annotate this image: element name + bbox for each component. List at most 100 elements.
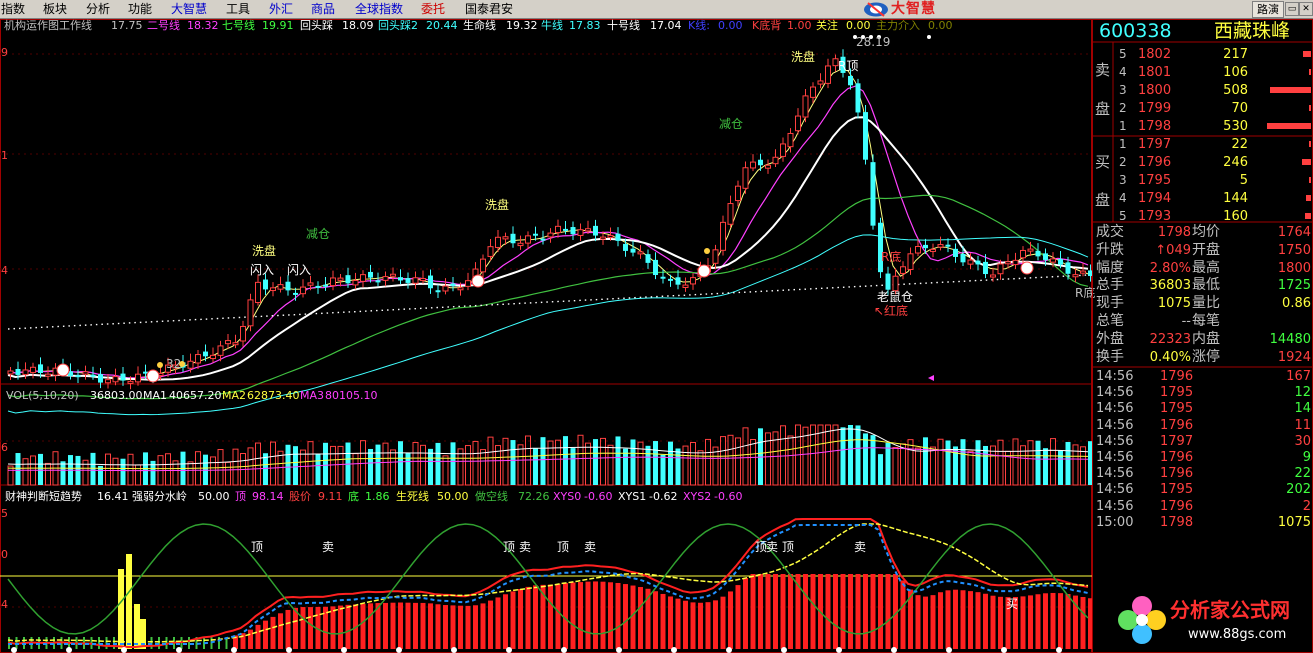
ask-price: 1798 <box>1138 119 1172 134</box>
candle-body <box>623 243 628 251</box>
stat-label: 总笔 <box>1096 313 1124 329</box>
oscillator-bar <box>270 616 276 649</box>
bid-level: 4 <box>1119 191 1127 205</box>
oscillator-bar <box>713 600 718 649</box>
oscillator-bar <box>1065 594 1071 649</box>
volume-legend-item-0: VOL(5,10,20) <box>6 389 79 402</box>
oscillator-legend-item-15: -0.60 <box>584 490 613 503</box>
menu-item-9[interactable]: 委托 <box>421 2 445 17</box>
stat-label: 量比 <box>1192 295 1220 312</box>
route-button[interactable]: 路演 <box>1252 1 1284 18</box>
oscillator-legend-item-19: -0.60 <box>714 490 743 503</box>
bid-volume: 144 <box>1223 191 1248 206</box>
oscillator-bar <box>510 591 516 649</box>
menu-item-7[interactable]: 商品 <box>311 2 335 17</box>
oscillator-bar <box>923 596 928 649</box>
restore-icon[interactable]: ▭ <box>1285 2 1299 16</box>
oscillator-bar <box>900 580 906 649</box>
candle-body <box>240 325 246 342</box>
candle-body <box>817 80 824 85</box>
volume-bar <box>450 442 456 485</box>
oscillator-bar <box>945 590 951 649</box>
menu-item-8[interactable]: 全球指数 <box>355 2 403 17</box>
candle-body <box>863 112 868 160</box>
candle-body <box>570 227 576 235</box>
oscillator-bar <box>563 583 568 649</box>
menu-item-4[interactable]: 大智慧 <box>171 2 207 17</box>
candle-body <box>878 222 883 273</box>
volume-bar <box>1027 440 1034 486</box>
volume-bar <box>682 445 689 486</box>
smiley-icon <box>616 647 622 653</box>
bid-level: 3 <box>1119 173 1127 187</box>
tick-time: 14:56 <box>1096 433 1134 449</box>
volume-bar <box>390 449 396 486</box>
tick-volume: 202 <box>1286 482 1311 498</box>
volume-bar <box>945 440 951 485</box>
candle-body <box>195 354 201 364</box>
volume-bar <box>375 444 381 485</box>
stat-value: 1075 <box>1157 296 1191 312</box>
menu-item-0[interactable]: 指数 <box>1 2 25 17</box>
smiley-icon <box>561 647 567 653</box>
candle-body <box>187 360 194 369</box>
menu-item-3[interactable]: 功能 <box>128 2 152 17</box>
candle-body <box>660 276 666 279</box>
oscillator-bar <box>750 574 756 649</box>
oscillator-bar <box>503 594 508 649</box>
menu-item-2[interactable]: 分析 <box>86 2 110 17</box>
oscillator-bar <box>278 613 283 649</box>
candle-body <box>307 282 314 286</box>
oscillator-bar <box>518 589 523 649</box>
tick-volume: 11 <box>1294 417 1311 433</box>
smiley-icon <box>891 647 897 653</box>
tick-row: 14:56 1796 22 <box>1092 466 1313 482</box>
candle-body <box>465 280 471 287</box>
close-icon[interactable]: ✕ <box>1299 2 1313 16</box>
menu-bar: 指数 板块 分析 功能 大智慧 工具 外汇 商品 全球指数 委托 国泰君安 大智慧 路演 ▭ ✕ <box>0 0 1313 19</box>
axis-label-2: 4 <box>1 264 8 277</box>
volume-bar <box>323 442 328 485</box>
menu-item-5[interactable]: 工具 <box>226 2 250 17</box>
oscillator-bar <box>863 574 868 649</box>
candle-body <box>533 233 538 236</box>
stat-value: 0.86 <box>1282 296 1311 312</box>
bid-volume: 22 <box>1231 137 1248 152</box>
candle-body <box>525 235 531 244</box>
star-icon <box>157 362 163 368</box>
menu-item-10[interactable]: 国泰君安 <box>465 2 513 17</box>
bid-row: 1 1797 22 <box>1092 136 1313 153</box>
volume-bar <box>225 461 231 486</box>
tick-row: 15:00 1798 1075 <box>1092 515 1313 531</box>
stat-row: 总笔 -- 每笔 <box>1092 313 1313 330</box>
ask-level: 4 <box>1119 65 1127 79</box>
candle-body <box>555 225 561 234</box>
smiley-icon <box>11 647 17 653</box>
oscillator-bar <box>683 600 688 649</box>
kline-chart[interactable] <box>0 19 1092 653</box>
oscillator-bar <box>878 574 883 649</box>
oscillator-bar <box>458 605 463 649</box>
watermark-title: 分析家公式网 <box>1170 598 1290 622</box>
volume-bar <box>668 441 673 485</box>
volume-bar <box>525 435 531 486</box>
oscillator-bar <box>338 605 343 649</box>
volume-bar <box>457 448 464 486</box>
candle-body <box>247 299 254 327</box>
tick-row: 14:56 1797 30 <box>1092 434 1313 450</box>
stat-row: 现手 1075 量比 0.86 <box>1092 295 1313 312</box>
oscillator-bar <box>1050 592 1056 649</box>
stat-value: 14480 <box>1269 331 1311 347</box>
bid-row: 3 1795 5 <box>1092 172 1313 189</box>
ask-row: 1 1798 530 <box>1092 118 1313 135</box>
volume-bar <box>127 453 134 486</box>
candle-body <box>727 203 734 225</box>
volume-bar <box>405 452 411 485</box>
volume-bar <box>412 441 419 486</box>
candle-body <box>300 286 306 295</box>
stat-label: 外盘 <box>1096 330 1124 347</box>
candle-body <box>435 290 441 293</box>
indicator-1: 17.75 <box>111 19 143 32</box>
menu-item-1[interactable]: 板块 <box>43 2 67 17</box>
menu-item-6[interactable]: 外汇 <box>269 2 293 17</box>
